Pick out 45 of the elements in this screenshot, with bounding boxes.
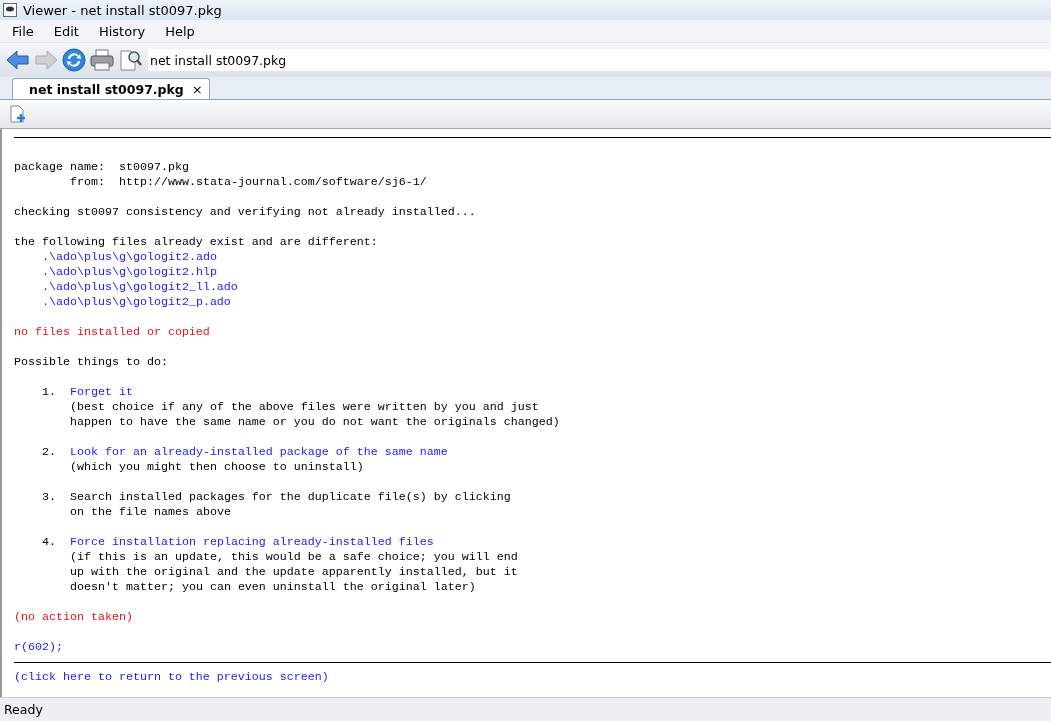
- window-title: Viewer - net install st0097.pkg: [23, 2, 222, 18]
- status-bar: Ready: [0, 697, 1051, 721]
- option-link[interactable]: Forget it: [70, 385, 133, 399]
- note-text: (if this is an update, this would be a safe choice; you will end: [70, 550, 518, 564]
- file-link[interactable]: .\ado\plus\g\gologit2.hlp: [42, 265, 217, 279]
- menu-item[interactable]: History: [98, 23, 146, 39]
- item-number: 4.: [42, 535, 57, 551]
- printer-icon[interactable]: [90, 48, 114, 72]
- source-url: http://www.stata-journal.com/software/sj6-1/: [119, 175, 427, 189]
- error-text: no files installed or copied: [14, 325, 210, 339]
- new-document-icon[interactable]: [10, 105, 26, 123]
- error-text: (no action taken): [14, 610, 133, 624]
- close-icon[interactable]: ×: [191, 81, 203, 97]
- back-link[interactable]: (click here to return to the previous screen): [14, 670, 329, 684]
- item-number: 3.: [42, 490, 57, 506]
- note-text: (which you might then choose to uninstall): [70, 460, 364, 474]
- menu-item[interactable]: Edit: [53, 23, 79, 39]
- item-number: 1.: [42, 385, 57, 401]
- address-field[interactable]: net install st0097.pkg: [148, 49, 1051, 71]
- heading-text: the following files already exist and are different:: [14, 235, 378, 249]
- note-text: happen to have the same name or you do not want the originals changed): [70, 415, 560, 429]
- item-number: 2.: [42, 445, 57, 461]
- app-icon: [3, 3, 17, 17]
- refresh-icon[interactable]: [62, 48, 86, 72]
- menu-item[interactable]: Help: [165, 23, 195, 39]
- label-text: package name:: [14, 160, 105, 174]
- document-search-icon[interactable]: [118, 48, 142, 72]
- label-text: from:: [70, 175, 105, 189]
- option-link[interactable]: Force installation replacing already-installed files: [70, 535, 434, 549]
- file-link[interactable]: .\ado\plus\g\gologit2_p.ado: [42, 295, 231, 309]
- file-link[interactable]: .\ado\plus\g\gologit2.ado: [42, 250, 217, 264]
- note-text: doesn't matter; you can even uninstall the original later): [70, 580, 476, 594]
- option-text: Search installed packages for the duplicate file(s) by clicking: [70, 490, 511, 504]
- option-link[interactable]: Look for an already-installed package of the same name: [70, 445, 448, 459]
- file-link[interactable]: .\ado\plus\g\gologit2_ll.ado: [42, 280, 238, 294]
- status-text: checking st0097 consistency and verifying not already installed...: [14, 205, 476, 219]
- package-name: st0097.pkg: [118, 160, 189, 174]
- note-text: up with the original and the update apparently installed, but it: [70, 565, 518, 579]
- note-text: (best choice if any of the above files were written by you and just: [70, 400, 539, 414]
- tab[interactable]: net install st0097.pkg ×: [12, 78, 210, 99]
- note-text: on the file names above: [70, 505, 231, 519]
- return-code-link[interactable]: r(602);: [14, 640, 63, 654]
- menu-item[interactable]: File: [12, 23, 34, 39]
- back-arrow-icon[interactable]: [6, 49, 30, 71]
- heading-text: Possible things to do:: [14, 355, 168, 369]
